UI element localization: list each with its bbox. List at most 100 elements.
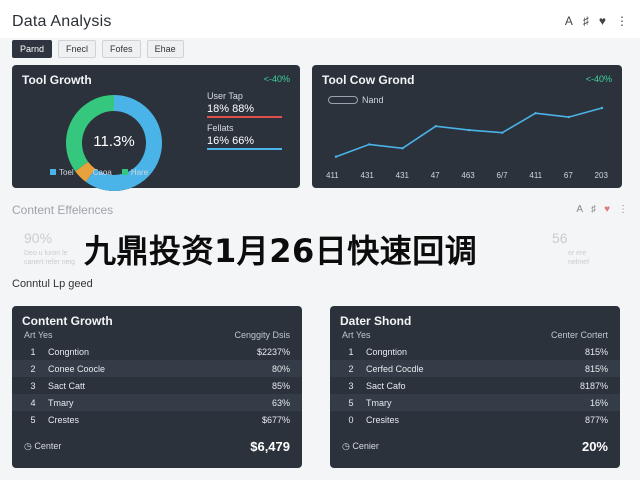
bell-icon[interactable]: ♯ (591, 204, 596, 215)
line-point (534, 112, 537, 115)
dater-shond-table: Dater Shond Art Yes Center Cortert 1 Con… (330, 306, 620, 468)
settings-icon[interactable]: ⋮ (616, 14, 628, 28)
line-card: Tool Cow Grond <-40% Nand 411 431 431 47… (312, 65, 622, 188)
faded-right-value: 56 (552, 230, 568, 246)
table-right-title: Dater Shond (340, 314, 412, 328)
col-header: Art Yes (342, 330, 371, 340)
font-icon[interactable]: A (576, 204, 583, 215)
row-name: Congntion (48, 346, 90, 357)
x-tick: 411 (326, 171, 339, 180)
footer-value: 20% (581, 439, 608, 454)
line-point (334, 155, 338, 158)
section-icons: A ♯ ♥ ⋮ (576, 204, 628, 215)
x-tick: 6/7 (496, 171, 508, 180)
tab-bar: Parnd Fnecl Fofes Ehae (12, 40, 184, 58)
tab-ehae[interactable]: Ehae (146, 40, 184, 58)
row-value: 815% (584, 363, 608, 374)
table-left-footer: ◷ Center $6,479 (24, 439, 290, 454)
row-num: 2 (348, 363, 354, 374)
row-value: 8187% (579, 380, 608, 391)
tab-fnecl[interactable]: Fnecl (58, 40, 97, 58)
stat2-label: Fellats (207, 123, 234, 133)
subhead: Conntul Lp geed (12, 278, 93, 290)
legend-label: Toel (59, 168, 74, 177)
col-header: Center Cortert (550, 330, 608, 340)
row-name: Cerfed Cocdle (366, 363, 424, 374)
legend-swatch (121, 169, 128, 175)
table-row[interactable]: 3 Sact Catt 85% (12, 377, 302, 394)
row-value: 16% (589, 397, 608, 408)
legend-item-toel: Toel (50, 168, 74, 177)
faded-right-text2: nelmef (568, 259, 590, 266)
row-num: 3 (30, 380, 36, 391)
row-value: $677% (261, 414, 290, 425)
table-row[interactable]: 4 Tmary 63% (12, 394, 302, 411)
table-right-footer: ◷ Cenier 20% (342, 439, 608, 454)
row-name: Cresites (366, 414, 400, 425)
line-x-ticks: 411 431 431 47 463 6/7 411 67 203 (326, 171, 608, 180)
legend-item-caoa: Caoa (83, 168, 112, 177)
growth-card: Tool Growth <-40% 11.3% Toel Caoa Hare U… (12, 65, 300, 191)
table-row[interactable]: 2 Conee Coocle 80% (12, 360, 302, 377)
x-tick: 463 (461, 171, 475, 180)
growth-card-badge: <-40% (263, 74, 290, 84)
row-name: Sact Cafo (366, 380, 406, 391)
row-name: Tmary (48, 397, 74, 408)
growth-card-title: Tool Growth (22, 73, 92, 87)
row-num: 2 (30, 363, 36, 374)
line-point (600, 106, 604, 110)
donut-chart: 11.3% (64, 93, 164, 193)
bell-icon[interactable]: ♯ (583, 14, 589, 28)
heart-icon[interactable]: ♥ (599, 14, 606, 28)
line-point (368, 143, 371, 146)
row-value: $2237% (256, 346, 290, 357)
overlay-headline: 九鼎投资1月26日快速回调 (84, 232, 478, 270)
table-row[interactable]: 1 Congntion $2237% (12, 343, 302, 360)
settings-icon[interactable]: ⋮ (618, 204, 628, 215)
heart-icon[interactable]: ♥ (604, 204, 610, 215)
content-growth-table: Content Growth Art Yes Cenggity Dsis 1 C… (12, 306, 302, 468)
row-value: 80% (271, 363, 290, 374)
tab-fofes[interactable]: Fofes (102, 40, 141, 58)
stat1-value: 18% 88% (207, 103, 255, 115)
table-left-title: Content Growth (22, 314, 113, 328)
tab-parnd[interactable]: Parnd (12, 40, 53, 58)
row-num: 1 (348, 346, 354, 357)
line-chart-svg (334, 106, 604, 158)
legend-item-hare: Hare (121, 168, 148, 177)
app-header: Data Analysis A ♯ ♥ ⋮ (0, 0, 640, 38)
row-value: 63% (271, 397, 290, 408)
table-row[interactable]: 1 Congntion 815% (330, 343, 620, 360)
font-icon[interactable]: A (565, 14, 573, 28)
legend-swatch (50, 169, 56, 175)
table-row[interactable]: 0 Cresites 877% (330, 411, 620, 428)
row-name: Crestes (48, 414, 80, 425)
row-name: Congntion (366, 346, 408, 357)
line-series-nand (335, 107, 603, 158)
footer-label-text: Center (34, 441, 62, 451)
table-row[interactable]: 2 Cerfed Cocdle 815% (330, 360, 620, 377)
table-row[interactable]: 5 Tmary 16% (330, 394, 620, 411)
table-row[interactable]: 3 Sact Cafo 8187% (330, 377, 620, 394)
row-num: 3 (348, 380, 354, 391)
row-name: Conee Coocle (48, 363, 106, 374)
clock-icon: ◷ (342, 441, 353, 451)
faded-left-text2: canert refer neig (24, 259, 75, 266)
row-num: 5 (348, 397, 354, 408)
faded-right-text1: er ere (568, 250, 587, 257)
faded-left-value: 90% (24, 230, 53, 246)
donut-center-label: 11.3% (93, 133, 135, 150)
x-tick: 431 (395, 171, 409, 180)
row-value: 85% (271, 380, 290, 391)
section-title: Content Effelences (12, 203, 114, 217)
footer-value: $6,479 (250, 439, 290, 454)
stat2-underline (207, 148, 282, 150)
table-row[interactable]: 5 Crestes $677% (12, 411, 302, 428)
x-tick: 47 (430, 171, 440, 180)
x-tick: 203 (594, 171, 608, 180)
row-name: Sact Catt (48, 380, 86, 391)
row-num: 1 (30, 346, 36, 357)
x-tick: 67 (563, 171, 573, 180)
footer-label: ◷ Center (24, 441, 61, 452)
donut-legend: Toel Caoa Hare (50, 168, 148, 177)
